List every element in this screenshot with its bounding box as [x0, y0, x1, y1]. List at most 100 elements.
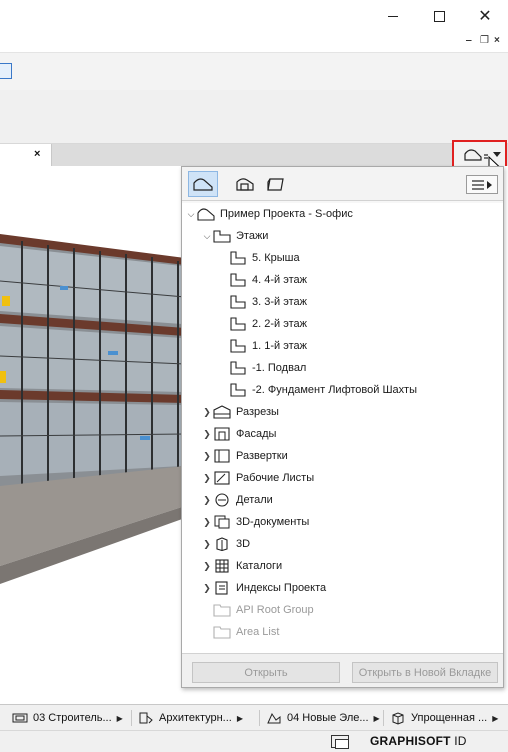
tree-item-worksheets[interactable]: ❯ Рабочие Листы: [182, 467, 503, 489]
tree-item-label: Индексы Проекта: [236, 582, 327, 594]
windows-icon[interactable]: [331, 735, 349, 749]
navigator-panel: ⌵ Пример Проекта - S-офис ⌵ Этажи 5. Крыша 4.…: [181, 166, 504, 688]
tree-item-label: API Root Group: [236, 604, 314, 616]
open-in-new-tab-button[interactable]: Открыть в Новой Вкладке: [352, 662, 498, 683]
tree-item-label: 2. 2-й этаж: [252, 318, 307, 330]
tree-item-sections[interactable]: ❯ Разрезы: [182, 401, 503, 423]
tree-item-3d-documents[interactable]: ❯ 3D-документы: [182, 511, 503, 533]
navigator-menu-button[interactable]: [466, 175, 498, 194]
model-view-icon: [392, 712, 404, 725]
tree-item-story-m1[interactable]: -1. Подвал: [182, 357, 503, 379]
view-map-button[interactable]: [230, 171, 260, 197]
tree-item-interior-elevations[interactable]: ❯ Развертки: [182, 445, 503, 467]
detail-icon: [212, 492, 232, 508]
interior-elevation-icon: [212, 448, 232, 464]
tree-item-3d[interactable]: ❯ 3D: [182, 533, 503, 555]
chevron-right-icon[interactable]: ❯: [202, 407, 212, 418]
story-icon: [228, 316, 248, 332]
model-view-selector[interactable]: Упрощенная ... ▶: [390, 709, 506, 727]
tree-item-story-4[interactable]: 4. 4-й этаж: [182, 269, 503, 291]
tree-item-schedules[interactable]: ❯ Каталоги: [182, 555, 503, 577]
chevron-right-icon[interactable]: ❯: [202, 429, 212, 440]
pen-set-icon: [139, 712, 153, 724]
chevron-right-icon[interactable]: ❯: [202, 451, 212, 462]
tab-close-icon[interactable]: ×: [34, 148, 40, 160]
folder-icon: [212, 602, 232, 618]
chevron-right-icon[interactable]: ❯: [202, 473, 212, 484]
tree-item-label: Фасады: [236, 428, 277, 440]
chevron-right-icon: ▶: [236, 713, 243, 723]
tree-item-story-m2[interactable]: -2. Фундамент Лифтовой Шахты: [182, 379, 503, 401]
section-icon: [212, 404, 232, 420]
quick-options-bar: 03 Строитель... ▶ Архитектурн... ▶ 04 Но…: [0, 704, 508, 730]
maximize-button[interactable]: [416, 0, 462, 32]
chevron-right-icon[interactable]: ❯: [202, 583, 212, 594]
tree-item-elevations[interactable]: ❯ Фасады: [182, 423, 503, 445]
layer-combination-selector[interactable]: 03 Строитель... ▶: [12, 709, 128, 727]
document-icon[interactable]: [0, 63, 12, 79]
tree-item-label: 4. 4-й этаж: [252, 274, 307, 286]
tree-item-label: Развертки: [236, 450, 288, 462]
navigator-tree: ⌵ Пример Проекта - S-офис ⌵ Этажи 5. Крыша 4.…: [182, 203, 503, 653]
tree-item-label: Этажи: [236, 230, 269, 242]
chevron-right-icon: ▶: [492, 713, 499, 723]
layout-book-button[interactable]: [260, 171, 290, 197]
tree-item-story-3[interactable]: 3. 3-й этаж: [182, 291, 503, 313]
chevron-down-icon[interactable]: ⌵: [202, 231, 212, 242]
tree-item-label: Area List: [236, 626, 280, 638]
status-bar: GRAPHISOFT ID: [0, 730, 508, 752]
open-button[interactable]: Открыть: [192, 662, 340, 683]
chevron-right-icon[interactable]: ❯: [202, 539, 212, 550]
story-icon: [228, 360, 248, 376]
layer-combination-label: 03 Строитель...: [33, 712, 112, 724]
navigator-footer: Открыть Открыть в Новой Вкладке: [182, 653, 503, 687]
pen-set-label: Архитектурн...: [159, 712, 232, 724]
tree-item-api-root-group[interactable]: API Root Group: [182, 599, 503, 621]
navigator-icon: [464, 149, 488, 161]
minimize-button[interactable]: [370, 0, 416, 32]
tree-item-details[interactable]: ❯ Детали: [182, 489, 503, 511]
project-map-button[interactable]: [188, 171, 218, 197]
tree-item-label: 1. 1-й этаж: [252, 340, 307, 352]
chevron-right-icon: [487, 180, 492, 189]
tree-item-label: Рабочие Листы: [236, 472, 315, 484]
tree-item-project[interactable]: ⌵ Пример Проекта - S-офис: [182, 203, 503, 225]
tree-item-label: Разрезы: [236, 406, 279, 418]
tree-item-label: Детали: [236, 494, 273, 506]
chevron-right-icon[interactable]: ❯: [202, 495, 212, 506]
chevron-right-icon: ▶: [373, 713, 380, 723]
tree-item-label: Каталоги: [236, 560, 283, 572]
info-box: [0, 90, 508, 144]
tree-item-story-1[interactable]: 1. 1-й этаж: [182, 335, 503, 357]
3d-icon: [212, 536, 232, 552]
view-tab[interactable]: ×: [0, 144, 52, 166]
view-map-icon: [236, 178, 254, 191]
mdi-restore-button[interactable]: ❐: [480, 36, 489, 46]
mdi-minimize-button[interactable]: ‒: [466, 36, 472, 46]
schedule-icon: [212, 558, 232, 574]
tree-item-area-list[interactable]: Area List: [182, 621, 503, 643]
close-icon: ✕: [478, 8, 492, 25]
menu-row: ‒ ❐ ×: [0, 32, 508, 52]
story-icon: [228, 250, 248, 266]
layer-combination-icon: [12, 713, 28, 723]
graphisoft-id-button[interactable]: GRAPHISOFT ID: [370, 734, 467, 748]
close-button[interactable]: ✕: [462, 0, 508, 32]
building-model-image: [0, 166, 190, 704]
tree-item-story-2[interactable]: 2. 2-й этаж: [182, 313, 503, 335]
folder-icon: [212, 624, 232, 640]
tree-item-label: Пример Проекта - S-офис: [220, 208, 353, 220]
tree-item-story-5[interactable]: 5. Крыша: [182, 247, 503, 269]
renovation-filter-selector[interactable]: 04 Новые Эле... ▶: [266, 709, 380, 727]
chevron-right-icon[interactable]: ❯: [202, 561, 212, 572]
chevron-right-icon[interactable]: ❯: [202, 517, 212, 528]
worksheet-icon: [212, 470, 232, 486]
tree-item-label: -1. Подвал: [252, 362, 307, 374]
project-index-icon: [212, 580, 232, 596]
pen-set-selector[interactable]: Архитектурн... ▶: [138, 709, 256, 727]
tree-item-stories[interactable]: ⌵ Этажи: [182, 225, 503, 247]
3d-document-icon: [212, 514, 232, 530]
mdi-close-button[interactable]: ×: [494, 36, 500, 46]
tree-item-project-indexes[interactable]: ❯ Индексы Проекта: [182, 577, 503, 599]
chevron-down-icon[interactable]: ⌵: [186, 209, 196, 220]
